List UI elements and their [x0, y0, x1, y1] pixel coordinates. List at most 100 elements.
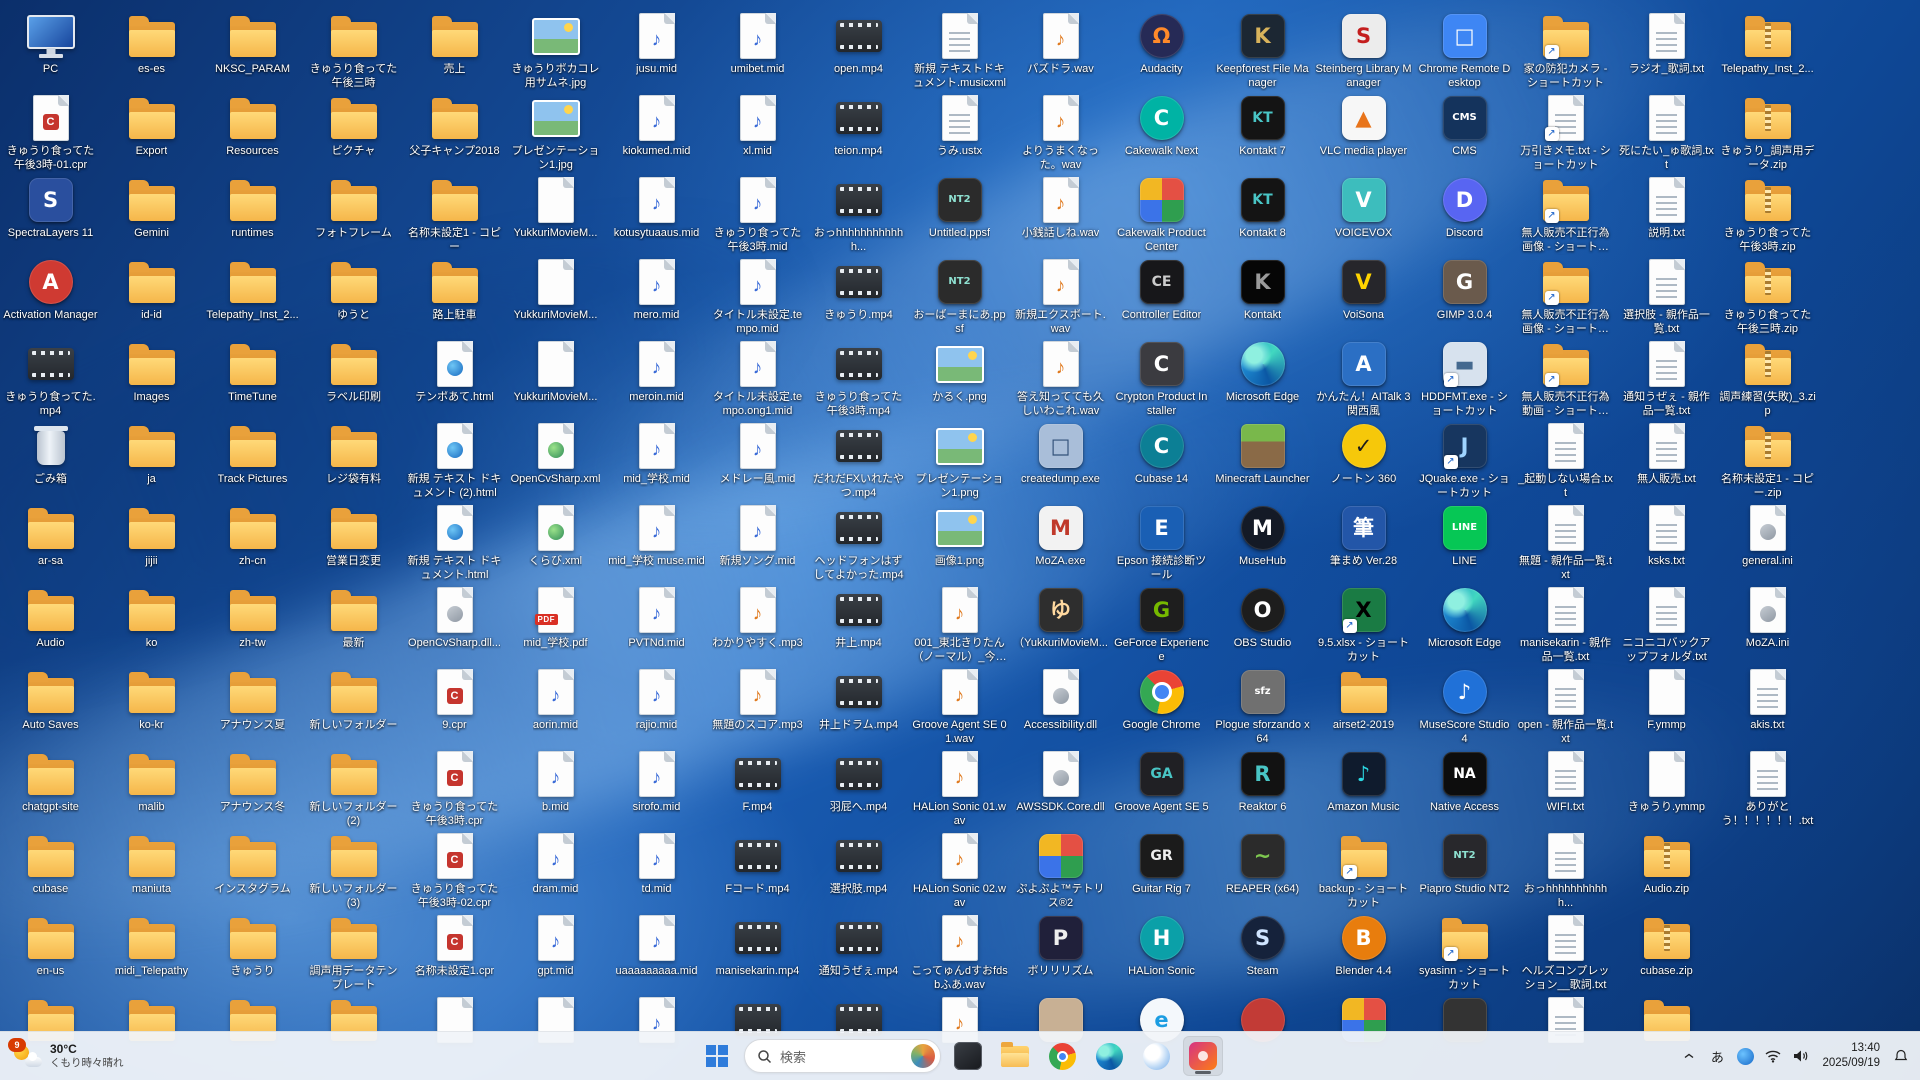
desktop-icon[interactable]: KTKontakt 7 [1212, 94, 1313, 159]
desktop-icon[interactable]: SSteam [1212, 914, 1313, 979]
desktop-icon[interactable]: WIFI.txt [1515, 750, 1616, 815]
desktop-icon[interactable]: きゅうり食ってた午後3時.zip [1717, 176, 1818, 255]
desktop-icon[interactable]: runtimes [202, 176, 303, 241]
desktop-icon[interactable]: ar-sa [0, 504, 101, 569]
desktop-icon[interactable]: PC [0, 12, 101, 77]
desktop-icon[interactable]: □createdump.exe [1010, 422, 1111, 487]
desktop-icon[interactable]: ピクチャ [303, 94, 404, 159]
desktop-icon[interactable]: 井上ドラム.mp4 [808, 668, 909, 733]
desktop-icon[interactable]: Fコード.mp4 [707, 832, 808, 897]
desktop-icon[interactable]: きゅうり_調声用データ.zip [1717, 94, 1818, 173]
desktop-icon[interactable]: AWSSDK.Core.dll [1010, 750, 1111, 815]
desktop-icon[interactable]: Telepathy_Inst_2... [202, 258, 303, 323]
chrome-button[interactable] [1042, 1036, 1082, 1076]
desktop-icon[interactable]: jijii [101, 504, 202, 569]
desktop-icon[interactable]: KKeepforest File Manager [1212, 12, 1313, 91]
desktop-icon[interactable]: EEpson 接続診断ツール [1111, 504, 1212, 583]
desktop-icon[interactable]: 無人販売.txt [1616, 422, 1717, 487]
desktop-icon[interactable]: MMuseHub [1212, 504, 1313, 569]
desktop-icon[interactable]: zh-tw [202, 586, 303, 651]
desktop-icon[interactable]: ゆ（YukkuriMovieM... [1010, 586, 1111, 651]
desktop-icon[interactable]: YukkuriMovieM... [505, 176, 606, 241]
desktop-icon[interactable]: 選択肢.mp4 [808, 832, 909, 897]
desktop-icon[interactable]: ラジオ_歌詞.txt [1616, 12, 1717, 77]
desktop-icon[interactable]: 井上.mp4 [808, 586, 909, 651]
desktop-icon[interactable]: CCubase 14 [1111, 422, 1212, 487]
desktop-icon[interactable]: ko-kr [101, 668, 202, 733]
desktop-icon[interactable]: ♪よりうまくなった。wav [1010, 94, 1111, 173]
desktop-icon[interactable]: きゅうり.mp4 [808, 258, 909, 323]
desktop-icon[interactable]: manisekarin - 親作品一覧.txt [1515, 586, 1616, 665]
notification-button[interactable] [1888, 1036, 1914, 1076]
desktop-icon[interactable]: midi_Telepathy [101, 914, 202, 979]
desktop-icon[interactable]: きゅうり [202, 914, 303, 979]
desktop-icon[interactable]: ♪sirofo.mid [606, 750, 707, 815]
desktop-icon[interactable]: F.ymmp [1616, 668, 1717, 733]
desktop-icon[interactable]: malib [101, 750, 202, 815]
desktop-icon[interactable]: ♪gpt.mid [505, 914, 606, 979]
desktop-icon[interactable]: ↗家の防犯カメラ - ショートカット [1515, 12, 1616, 91]
desktop-icon[interactable]: OpenCvSharp.xml [505, 422, 606, 487]
search-box[interactable]: 検索 [744, 1039, 941, 1073]
ime-indicator[interactable]: あ [1704, 1036, 1730, 1076]
desktop-icon[interactable]: プレゼンテーション1.png [909, 422, 1010, 501]
desktop-icon[interactable]: 新しいフォルダー (2) [303, 750, 404, 829]
desktop-icon[interactable]: ↗無人販売不正行為画像 - ショートカツ... [1515, 176, 1616, 255]
desktop-icon[interactable]: ♪新規ソング.mid [707, 504, 808, 569]
desktop-icon[interactable]: 無題 - 親作品一覧.txt [1515, 504, 1616, 583]
desktop-icon[interactable]: Resources [202, 94, 303, 159]
desktop-icon[interactable]: ♪タイトル未設定.tempo.ong1.mid [707, 340, 808, 419]
desktop-icon[interactable]: ♪小銭話しね.wav [1010, 176, 1111, 241]
desktop-icon[interactable]: 通知うぜぇ - 親作品一覧.txt [1616, 340, 1717, 419]
desktop-icon[interactable]: ♪こってゅんdすおfdsbふあ.wav [909, 914, 1010, 993]
desktop-icon[interactable]: zh-cn [202, 504, 303, 569]
desktop-icon[interactable]: 新しいフォルダー [303, 668, 404, 733]
desktop-icon[interactable]: ko [101, 586, 202, 651]
desktop-icon[interactable]: ♪aorin.mid [505, 668, 606, 733]
desktop-icon[interactable]: Track Pictures [202, 422, 303, 487]
desktop-icon[interactable]: ▬↗HDDFMT.exe - ショートカット [1414, 340, 1515, 419]
desktop-icon[interactable]: インスタグラム [202, 832, 303, 897]
desktop-icon[interactable]: manisekarin.mp4 [707, 914, 808, 979]
desktop-icon[interactable]: ksks.txt [1616, 504, 1717, 569]
desktop-icon[interactable]: GRGuitar Rig 7 [1111, 832, 1212, 897]
desktop-icon[interactable]: MoZA.ini [1717, 586, 1818, 651]
desktop-icon[interactable]: 説明.txt [1616, 176, 1717, 241]
desktop-icon[interactable]: NKSC_PARAM [202, 12, 303, 77]
desktop-icon[interactable]: ♪jusu.mid [606, 12, 707, 77]
desktop-icon[interactable]: LINELINE [1414, 504, 1515, 569]
desktop-icon[interactable]: ♪uaaaaaaaaa.mid [606, 914, 707, 979]
desktop-icon[interactable]: C9.cpr [404, 668, 505, 733]
desktop-icon[interactable]: ♪umibet.mid [707, 12, 808, 77]
file-explorer-button[interactable] [995, 1036, 1035, 1076]
network-button[interactable] [1760, 1036, 1786, 1076]
desktop-icon[interactable]: ♪わかりやすく.mp3 [707, 586, 808, 651]
desktop-icon[interactable]: maniuta [101, 832, 202, 897]
desktop-icon[interactable]: en-us [0, 914, 101, 979]
desktop-icon[interactable]: ~REAPER (x64) [1212, 832, 1313, 897]
desktop-icon[interactable]: sfzPlogue sforzando x64 [1212, 668, 1313, 747]
desktop-icon[interactable]: ♪PVTNd.mid [606, 586, 707, 651]
desktop-icon[interactable]: ♪mid_学校.mid [606, 422, 707, 487]
desktop-icon[interactable]: es-es [101, 12, 202, 77]
desktop-icon[interactable]: きゅうり食ってた午後三時.zip [1717, 258, 1818, 337]
desktop-icon[interactable]: Cakewalk Product Center [1111, 176, 1212, 255]
desktop-icon[interactable]: ♪MuseScore Studio 4 [1414, 668, 1515, 747]
desktop-icon[interactable]: ♪mid_学校 muse.mid [606, 504, 707, 569]
desktop-icon[interactable]: GGIMP 3.0.4 [1414, 258, 1515, 323]
desktop-icon[interactable]: ゆうと [303, 258, 404, 323]
desktop-icon[interactable]: 売上 [404, 12, 505, 77]
desktop-icon[interactable]: きゅうり食ってた午後三時 [303, 12, 404, 91]
desktop-icon[interactable]: ♪きゅうり食ってた午後3時.mid [707, 176, 808, 255]
desktop-icon[interactable]: Pポリリリズム [1010, 914, 1111, 979]
desktop-icon[interactable]: _起動しない場合.txt [1515, 422, 1616, 501]
desktop-icon[interactable]: 新規 テキスト ドキュメント.html [404, 504, 505, 583]
desktop-icon[interactable]: □Chrome Remote Desktop [1414, 12, 1515, 91]
desktop[interactable]: PCCきゅうり食ってた午後3時-01.cprSSpectraLayers 11A… [0, 0, 1920, 1080]
desktop-icon[interactable]: GAGroove Agent SE 5 [1111, 750, 1212, 815]
desktop-icon[interactable]: 画像1.png [909, 504, 1010, 569]
desktop-icon[interactable]: GGeForce Experience [1111, 586, 1212, 665]
desktop-icon[interactable]: 最新 [303, 586, 404, 651]
desktop-icon[interactable]: ♪meroin.mid [606, 340, 707, 405]
browser-circle-button[interactable] [1136, 1036, 1176, 1076]
